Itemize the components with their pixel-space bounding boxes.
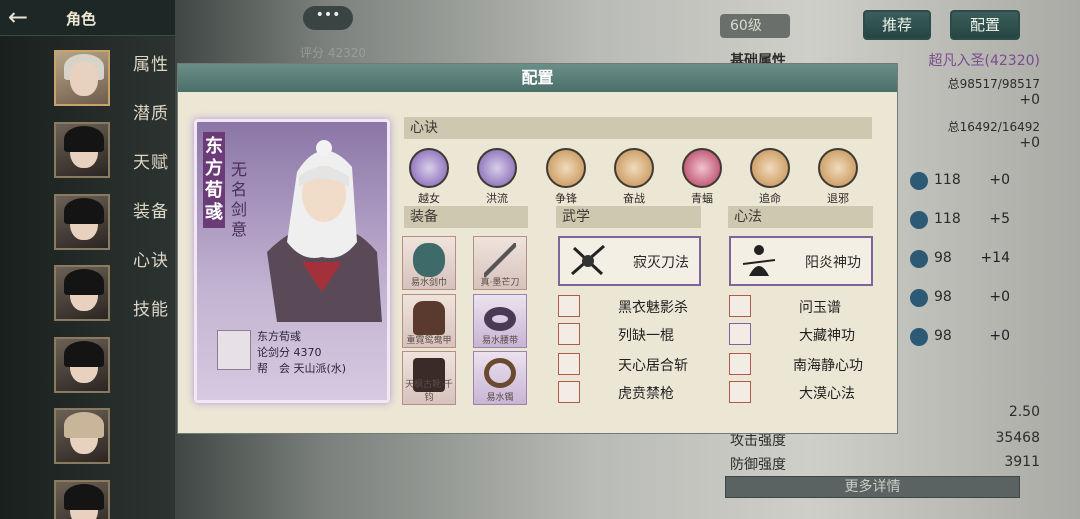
back-button[interactable]: ← [8,3,48,31]
category-tab[interactable]: 技能 [133,295,169,320]
xinfa-main-skill[interactable]: 阳炎神功 [729,236,873,286]
xinfa-icon [729,323,751,345]
wuxue-icon [558,381,580,403]
equip-slot-belt[interactable]: 易水腰带 [473,294,527,348]
recommend-button[interactable]: 推荐 [863,10,931,40]
wuxue-item[interactable]: 列缺一棍 [558,323,701,347]
chat-button[interactable]: ••• [303,6,353,30]
info-score: 论剑分 4370 [257,346,322,359]
category-tab[interactable]: 装备 [133,197,169,222]
config-button[interactable]: 配置 [950,10,1020,40]
hero-avatar-3[interactable] [54,194,110,250]
wuxue-main-skill[interactable]: 寂灭刀法 [558,236,701,286]
xinjue-skill[interactable]: 越女 [407,148,451,206]
top-title-bar: ← 角色 [0,0,175,36]
character-info: 东方荀彧 论剑分 4370 帮 会 天山派(水) [217,326,387,386]
character-title: 无名剑意 [230,160,247,239]
modal-body: 东方荀彧 无名剑意 东方荀彧 论剑分 4370 帮 会 天山派(水) 心诀 越女… [178,92,897,433]
character-name: 东方荀彧 [203,132,225,228]
xinfa-section-header: 心法 [728,206,873,228]
xinjue-skill[interactable]: 青蝠 [680,148,724,206]
category-tab[interactable]: 心诀 [133,246,169,271]
xinjue-skill[interactable]: 退邪 [816,148,860,206]
info-guild: 帮 会 天山派(水) [257,362,347,375]
xinfa-item[interactable]: 大漠心法 [729,381,873,405]
category-tab[interactable]: 属性 [133,50,169,75]
xinfa-item[interactable]: 南海静心功 [729,353,873,377]
equip-slot-armor[interactable]: 重霓鸳鸯甲 [402,294,456,348]
attr-row: 118 +5 [910,211,1030,231]
attr-row: 98 +14 [910,250,1030,270]
equip-slot-bracelet[interactable]: 易水镯 [473,351,527,405]
config-modal: 配置 东方荀彧 无名剑意 东方荀彧 论剑分 4370 帮 会 天山派(水) 心诀… [177,63,898,434]
modal-title: 配置 [178,64,897,92]
blade-icon [571,244,605,276]
attr-icon [910,172,928,190]
attr-icon [910,289,928,307]
attr-icon [910,211,928,229]
xinjue-section-header: 心诀 [404,117,872,139]
hero-avatar-4[interactable] [54,265,110,321]
meditation-icon [742,245,776,276]
defense-row: 防御强度 3911 [730,454,1040,473]
attr-row: 118 +0 [910,172,1030,192]
xinjue-skill[interactable]: 奋战 [612,148,656,206]
hero-avatar-5[interactable] [54,337,110,393]
rank-value: 超凡入圣(42320) [928,53,1040,69]
more-details-button[interactable]: 更多详情 [725,476,1020,498]
ellipsis-icon: ••• [315,7,341,23]
hp-value: 总98517/98517 [947,77,1040,91]
attr-icon [910,250,928,268]
xinjue-skill[interactable]: 追命 [748,148,792,206]
hero-avatar-2[interactable] [54,122,110,178]
hp-delta: +0 [1019,92,1040,108]
equip-slot-boots[interactable]: 天枫古靴·千钧 [402,351,456,405]
xinjue-skill[interactable]: 洪流 [475,148,519,206]
equip-slot-weapon[interactable]: 真·墨芒刀 [473,236,527,290]
xinfa-icon [729,381,751,403]
xinfa-item[interactable]: 问玉谱 [729,295,873,319]
mini-avatar [217,330,251,370]
wuxue-icon [558,353,580,375]
xinfa-item[interactable]: 大藏神功 [729,323,873,347]
category-tab[interactable]: 潜质 [133,99,169,124]
category-tab[interactable]: 天赋 [133,148,169,173]
attr-row: 98 +0 [910,289,1030,309]
attr-icon [910,328,928,346]
level-badge: 60级 [720,14,790,38]
wuxue-section-header: 武学 [556,206,701,228]
equip-slot-head[interactable]: 易水剑巾 [402,236,456,290]
arrow-left-icon: ← [8,3,29,31]
mp-delta: +0 [1019,135,1040,151]
wuxue-item[interactable]: 黑衣魅影杀 [558,295,701,319]
game-scene: ← 角色 属性 潜质 天赋 装备 心诀 技能 ••• 评分 42320 60级 … [0,0,1080,519]
wuxue-item[interactable]: 虎贲禁枪 [558,381,701,405]
character-portrait [267,140,382,322]
hero-avatar-6[interactable] [54,408,110,464]
info-name: 东方荀彧 [257,330,301,343]
page-title: 角色 [66,10,97,28]
xinjue-skill[interactable]: 争锋 [544,148,588,206]
character-card: 东方荀彧 无名剑意 东方荀彧 论剑分 4370 帮 会 天山派(水) [194,119,390,403]
xinfa-icon [729,353,751,375]
wuxue-icon [558,295,580,317]
attr-row: 98 +0 [910,328,1030,348]
equip-section-header: 装备 [404,206,528,228]
mp-value: 总16492/16492 [947,120,1040,134]
score-label: 评分 42320 [300,46,366,60]
wuxue-item[interactable]: 天心居合斩 [558,353,701,377]
wuxue-icon [558,323,580,345]
left-sidebar: ← 角色 属性 潜质 天赋 装备 心诀 技能 [0,0,175,519]
hero-avatar-1[interactable] [54,50,110,106]
hero-avatar-7[interactable] [54,480,110,519]
xinfa-icon [729,295,751,317]
